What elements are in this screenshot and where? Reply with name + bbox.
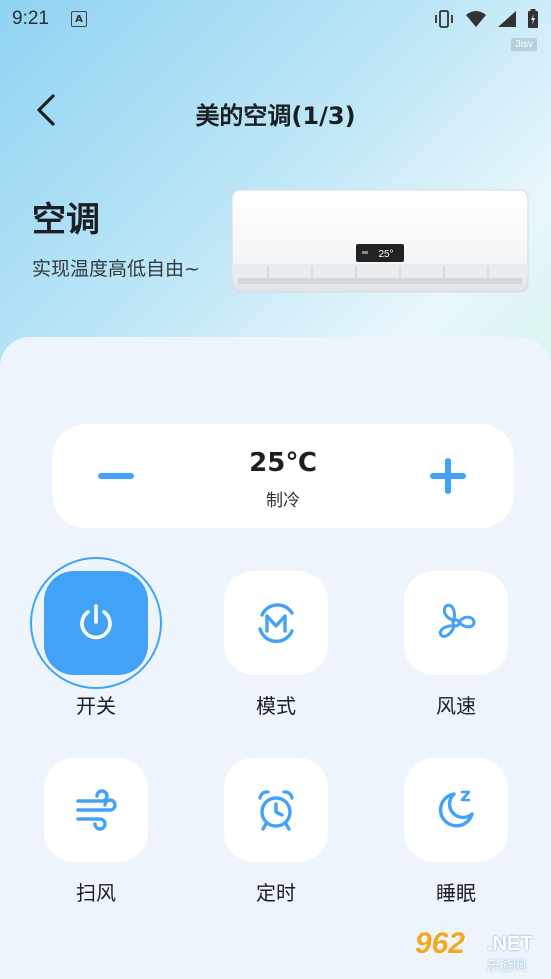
timer-label: 定时	[256, 881, 296, 905]
battery-icon	[527, 9, 539, 29]
debug-tag: 3isv	[511, 38, 537, 51]
power-icon	[80, 604, 112, 640]
air-conditioner-image: 25°	[231, 189, 529, 293]
power-button[interactable]	[44, 571, 148, 675]
alarm-clock-icon	[258, 790, 294, 831]
watermark-brand: 962	[415, 927, 466, 960]
timer-button[interactable]	[224, 758, 328, 862]
swing-button[interactable]	[44, 758, 148, 862]
sleep-button[interactable]	[404, 758, 508, 862]
mode-label: 模式	[256, 694, 296, 718]
ac-display-temp: 25°	[378, 249, 393, 260]
vibrate-icon	[433, 9, 455, 29]
fan-speed-label: 风速	[436, 694, 476, 718]
temperature-increase-button[interactable]	[424, 452, 472, 500]
fan-speed-button[interactable]	[404, 571, 508, 675]
top-bar: 美的空调(1/3)	[0, 78, 551, 142]
watermark-sub: 乐游网	[487, 959, 527, 974]
status-bar: 9:21 A	[0, 0, 551, 38]
mode-button[interactable]	[224, 571, 328, 675]
device-subtitle: 实现温度高低自由~	[32, 258, 200, 280]
status-time: 9:21	[12, 8, 49, 29]
page-title: 美的空调(1/3)	[195, 102, 356, 130]
signal-icon	[497, 10, 517, 28]
swing-label: 扫风	[76, 881, 116, 905]
wifi-icon	[465, 10, 487, 28]
device-name: 空调	[32, 200, 100, 240]
sleep-moon-icon	[438, 790, 474, 828]
notification-badge: A	[70, 11, 87, 27]
power-label: 开关	[76, 694, 116, 718]
temperature-card: 25℃ 制冷	[52, 424, 514, 528]
wind-icon	[76, 789, 117, 831]
watermark-suffix: .NET	[487, 933, 533, 955]
plus-icon	[430, 458, 466, 494]
fan-icon	[438, 603, 476, 638]
watermark-logo: 962 .NET 乐游网	[407, 927, 545, 975]
sleep-label: 睡眠	[436, 881, 476, 905]
status-icons	[433, 9, 539, 29]
mode-icon	[258, 603, 294, 644]
